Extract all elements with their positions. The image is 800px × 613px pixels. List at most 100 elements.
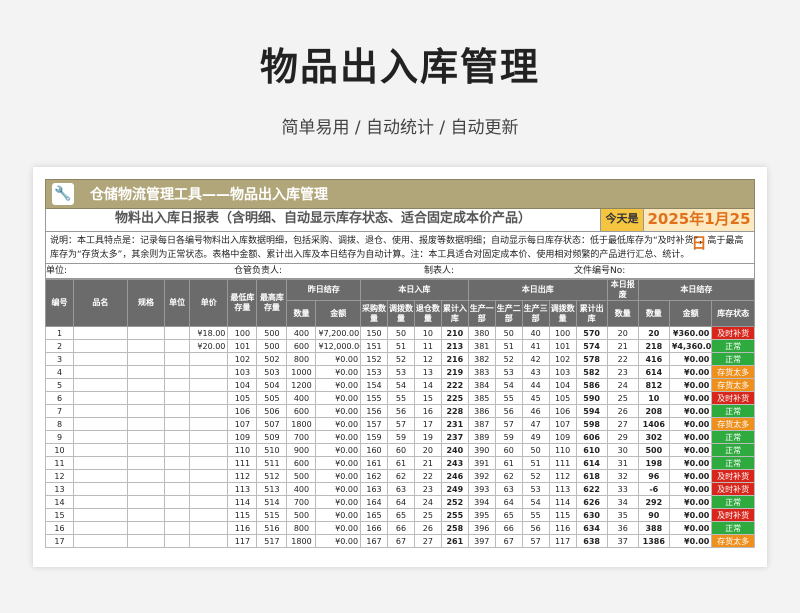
table-cell[interactable]: 395	[467, 508, 496, 522]
table-cell[interactable]: 390	[467, 443, 496, 457]
table-cell[interactable]: 112	[548, 469, 577, 483]
table-cell[interactable]: 101	[548, 339, 577, 353]
table-cell[interactable]: 20	[606, 326, 639, 340]
table-cell[interactable]: 1386	[637, 534, 670, 548]
table-cell[interactable]: 22	[413, 469, 442, 483]
table-cell[interactable]: 2	[45, 339, 74, 353]
table-cell[interactable]: 606	[575, 430, 608, 444]
table-cell[interactable]: 65	[494, 508, 523, 522]
table-cell[interactable]: 25	[413, 508, 442, 522]
table-cell[interactable]: ¥0.00	[668, 378, 713, 392]
table-cell[interactable]: 51	[494, 339, 523, 353]
table-cell[interactable]: 117	[227, 534, 258, 548]
table-cell[interactable]	[189, 378, 229, 392]
table-cell[interactable]	[164, 521, 191, 535]
table-cell[interactable]: 10	[637, 391, 670, 405]
table-cell[interactable]	[72, 378, 128, 392]
table-cell[interactable]: 638	[575, 534, 608, 548]
table-cell[interactable]	[72, 534, 128, 548]
table-cell[interactable]: 634	[575, 521, 608, 535]
table-cell[interactable]: 514	[256, 495, 288, 509]
table-cell[interactable]: 1406	[637, 417, 670, 431]
table-cell[interactable]: 66	[494, 521, 523, 535]
table-cell[interactable]: 52	[386, 352, 415, 366]
table-cell[interactable]	[164, 352, 191, 366]
table-cell[interactable]: 4	[45, 365, 74, 379]
status-badge[interactable]: 存货太多	[711, 365, 755, 379]
table-cell[interactable]: 43	[521, 365, 550, 379]
table-cell[interactable]: 46	[521, 404, 550, 418]
meta-unit[interactable]: 单位:	[46, 264, 234, 278]
table-cell[interactable]: 17	[45, 534, 74, 548]
table-cell[interactable]: 161	[360, 456, 388, 470]
table-cell[interactable]: ¥0.00	[668, 521, 713, 535]
table-cell[interactable]	[164, 508, 191, 522]
table-cell[interactable]: 302	[637, 430, 670, 444]
table-cell[interactable]: ¥0.00	[668, 443, 713, 457]
table-cell[interactable]: 159	[360, 430, 388, 444]
table-cell[interactable]: -6	[637, 482, 670, 496]
table-cell[interactable]: 33	[606, 482, 639, 496]
table-cell[interactable]: 598	[575, 417, 608, 431]
table-cell[interactable]: 812	[637, 378, 670, 392]
table-cell[interactable]	[72, 495, 128, 509]
table-cell[interactable]	[189, 534, 229, 548]
table-cell[interactable]: 900	[286, 443, 317, 457]
table-cell[interactable]	[126, 352, 166, 366]
table-cell[interactable]: 1	[45, 326, 74, 340]
table-cell[interactable]	[72, 521, 128, 535]
table-cell[interactable]: 17	[413, 417, 442, 431]
table-cell[interactable]	[72, 508, 128, 522]
table-cell[interactable]: 12	[45, 469, 74, 483]
table-cell[interactable]	[72, 430, 128, 444]
table-cell[interactable]: 391	[467, 456, 496, 470]
table-cell[interactable]: 24	[606, 378, 639, 392]
table-cell[interactable]	[189, 365, 229, 379]
table-cell[interactable]: 393	[467, 482, 496, 496]
table-cell[interactable]	[189, 482, 229, 496]
table-cell[interactable]	[126, 326, 166, 340]
table-cell[interactable]: ¥0.00	[668, 365, 713, 379]
table-cell[interactable]: 54	[494, 378, 523, 392]
status-badge[interactable]: 及时补货	[711, 391, 755, 405]
table-cell[interactable]: 387	[467, 417, 496, 431]
table-cell[interactable]: 400	[286, 482, 317, 496]
table-cell[interactable]	[164, 482, 191, 496]
table-cell[interactable]: 60	[494, 443, 523, 457]
table-cell[interactable]: 107	[227, 417, 258, 431]
table-cell[interactable]: 56	[521, 521, 550, 535]
status-badge[interactable]: 正常	[711, 443, 755, 457]
table-cell[interactable]: 165	[360, 508, 388, 522]
table-cell[interactable]	[164, 365, 191, 379]
table-cell[interactable]: ¥0.00	[315, 443, 362, 457]
table-cell[interactable]	[164, 534, 191, 548]
table-cell[interactable]: 36	[606, 521, 639, 535]
table-cell[interactable]: 116	[227, 521, 258, 535]
table-cell[interactable]: 53	[494, 365, 523, 379]
table-cell[interactable]: 45	[521, 391, 550, 405]
table-cell[interactable]: 582	[575, 365, 608, 379]
table-cell[interactable]: ¥0.00	[668, 456, 713, 470]
table-cell[interactable]: 7	[45, 404, 74, 418]
table-cell[interactable]: 53	[386, 365, 415, 379]
table-cell[interactable]: ¥0.00	[315, 508, 362, 522]
table-cell[interactable]: 590	[575, 391, 608, 405]
meta-preparer[interactable]: 制表人:	[424, 264, 574, 278]
meta-manager[interactable]: 仓管负责人:	[234, 264, 424, 278]
table-cell[interactable]: 258	[440, 521, 469, 535]
table-cell[interactable]	[126, 391, 166, 405]
table-cell[interactable]: 90	[637, 508, 670, 522]
table-cell[interactable]: 249	[440, 482, 469, 496]
table-cell[interactable]: 150	[360, 326, 388, 340]
status-badge[interactable]: 正常	[711, 404, 755, 418]
table-cell[interactable]: 113	[227, 482, 258, 496]
status-badge[interactable]: 正常	[711, 339, 755, 353]
table-cell[interactable]: ¥0.00	[315, 430, 362, 444]
table-cell[interactable]: ¥0.00	[668, 495, 713, 509]
table-cell[interactable]: 252	[440, 495, 469, 509]
table-cell[interactable]: 155	[360, 391, 388, 405]
table-cell[interactable]: ¥0.00	[668, 404, 713, 418]
table-cell[interactable]: 396	[467, 521, 496, 535]
table-cell[interactable]: 388	[637, 521, 670, 535]
table-cell[interactable]: 222	[440, 378, 469, 392]
